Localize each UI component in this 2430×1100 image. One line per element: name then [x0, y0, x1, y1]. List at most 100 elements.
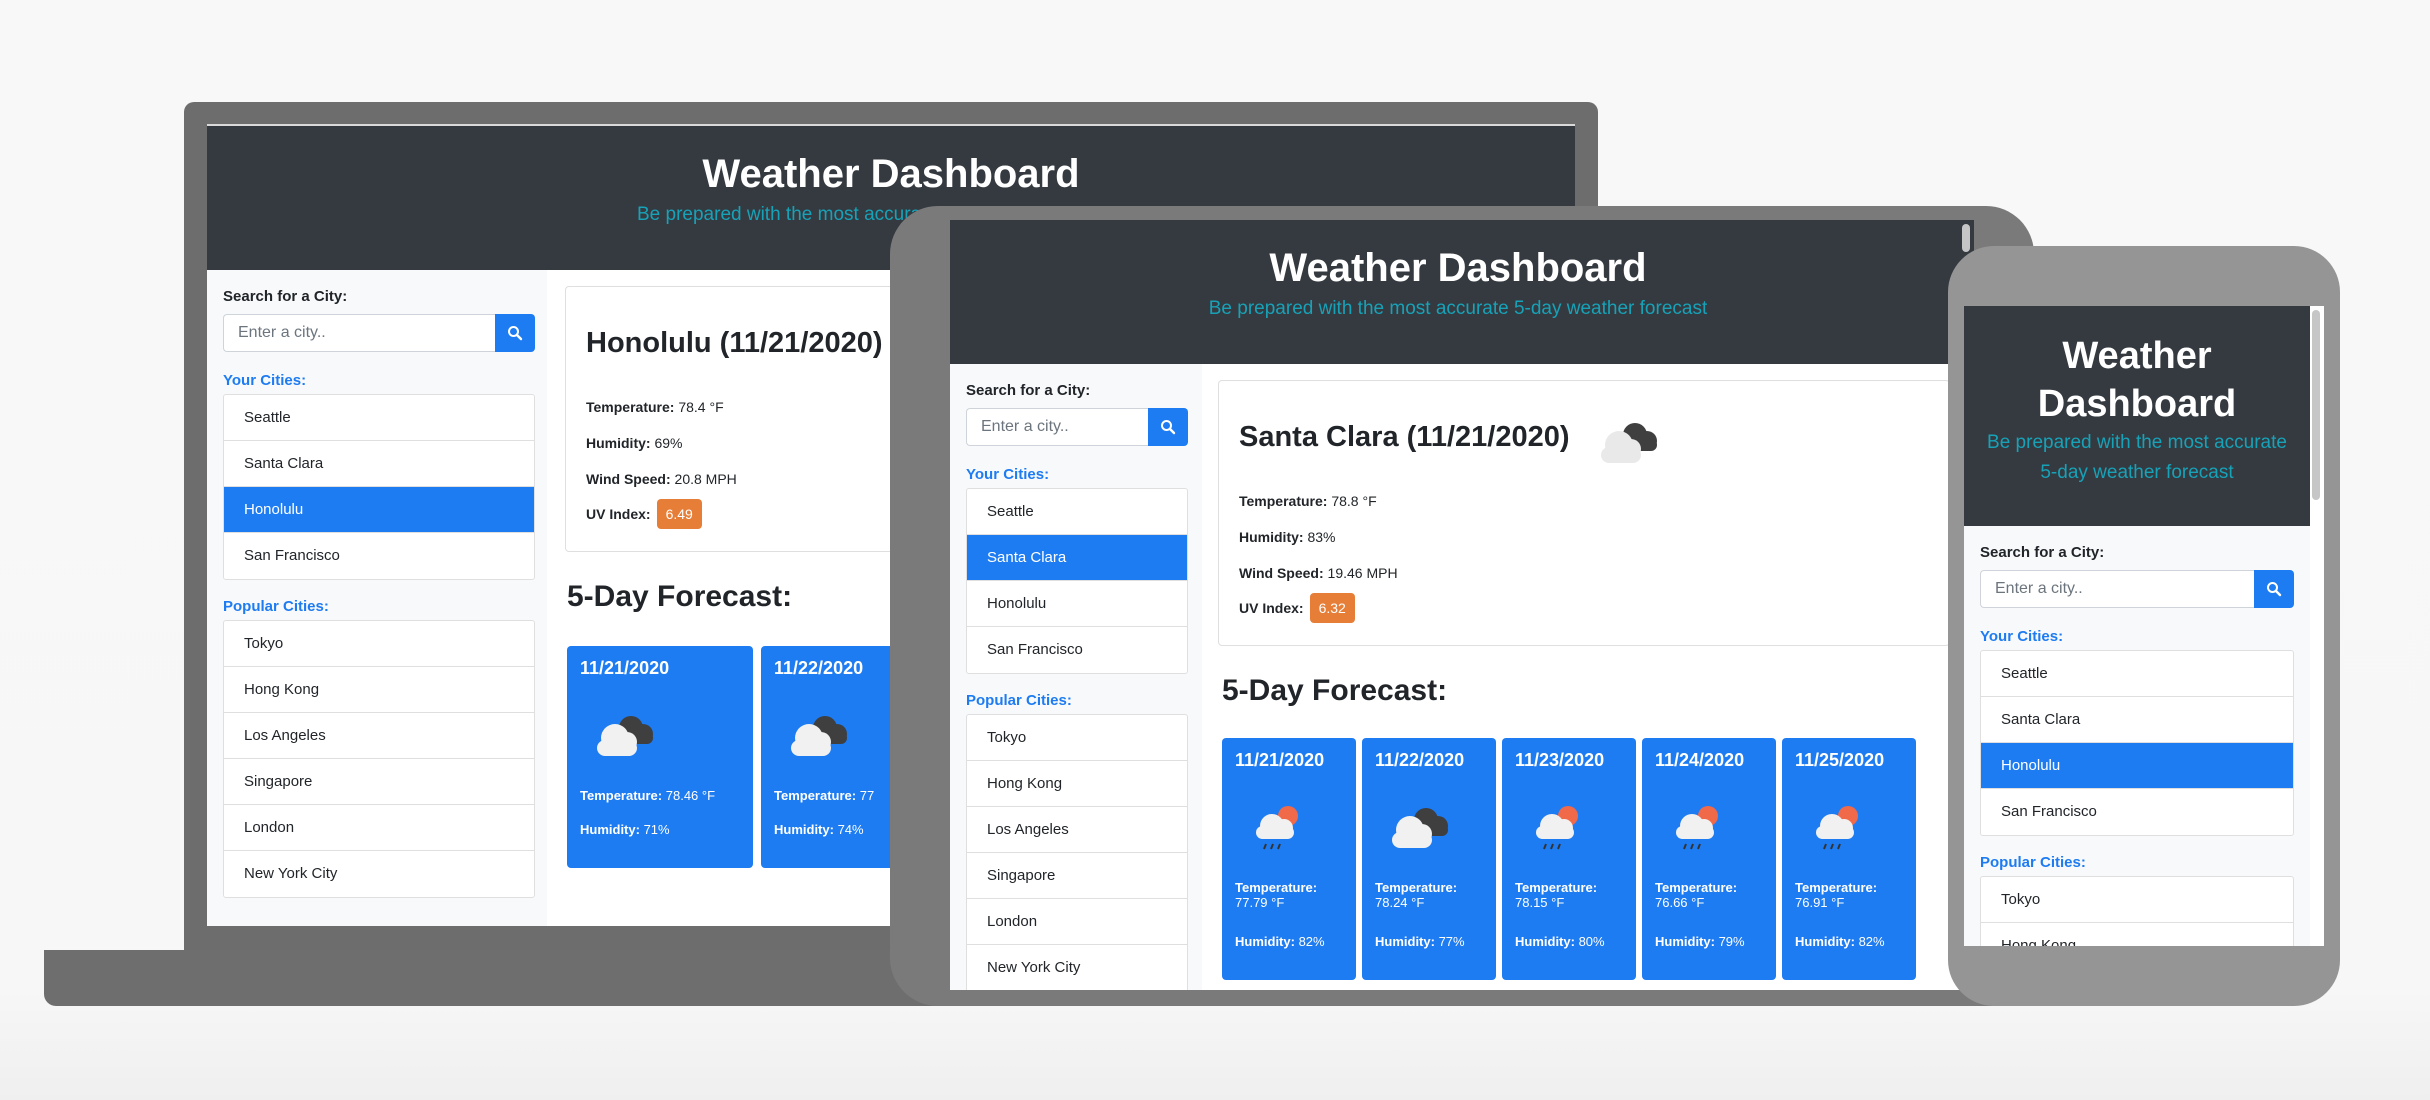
- search-input[interactable]: [966, 408, 1148, 446]
- search-button[interactable]: [1148, 408, 1188, 446]
- current-city-title: Santa Clara (11/21/2020): [1239, 421, 1570, 453]
- temperature-stat: Temperature: 78.4 °F: [586, 399, 724, 415]
- forecast-card: 11/21/2020 Temperature: 78.46 °F Humidity:…: [567, 646, 753, 868]
- uv-stat: UV Index: 6.49: [586, 499, 702, 529]
- cloudy-icon: [1601, 423, 1657, 463]
- city-item[interactable]: Honolulu: [1981, 743, 2293, 789]
- main-content: Santa Clara (11/21/2020) Temperature: 78…: [1202, 364, 1966, 990]
- forecast-date: 11/23/2020: [1515, 750, 1605, 770]
- forecast-heading: 5-Day Forecast:: [1222, 674, 1448, 707]
- popular-cities-heading: Popular Cities:: [1980, 854, 2086, 871]
- uv-stat: UV Index: 6.32: [1239, 593, 1355, 623]
- city-item[interactable]: Santa Clara: [1981, 697, 2293, 743]
- popular-cities-heading: Popular Cities:: [966, 692, 1072, 709]
- scrollbar-thumb[interactable]: [2312, 310, 2320, 500]
- forecast-temperature: Temperature: 78.46 °F: [580, 788, 716, 803]
- your-cities-heading: Your Cities:: [1980, 628, 2064, 645]
- city-item[interactable]: New York City: [224, 851, 534, 897]
- city-item[interactable]: Hong Kong: [967, 761, 1187, 807]
- city-item[interactable]: Santa Clara: [967, 535, 1187, 581]
- city-item[interactable]: Honolulu: [967, 581, 1187, 627]
- city-item[interactable]: Singapore: [967, 853, 1187, 899]
- city-item[interactable]: Hong Kong: [1981, 923, 2293, 946]
- city-item[interactable]: London: [224, 805, 534, 851]
- city-item[interactable]: Honolulu: [224, 487, 534, 533]
- city-item[interactable]: Tokyo: [967, 715, 1187, 761]
- forecast-date: 11/21/2020: [1235, 750, 1325, 770]
- city-item[interactable]: Tokyo: [1981, 877, 2293, 923]
- forecast-date: 11/22/2020: [1375, 750, 1465, 770]
- uv-badge: 6.49: [656, 499, 702, 529]
- scrollbar-thumb[interactable]: [1962, 224, 1970, 252]
- page-subtitle: Be prepared with the most accurate 5-day…: [1208, 298, 1708, 319]
- forecast-temperature: Temperature: 76.91 °F: [1795, 880, 1878, 910]
- search-button[interactable]: [495, 314, 535, 352]
- city-item[interactable]: San Francisco: [1981, 789, 2293, 835]
- sidebar: Search for a City: Your Cities: SeattleS…: [950, 364, 1202, 990]
- city-item[interactable]: San Francisco: [224, 533, 534, 579]
- city-item[interactable]: Seattle: [224, 395, 534, 441]
- forecast-humidity: Humidity: 79%: [1655, 934, 1745, 949]
- forecast-temperature: Temperature: 76.66 °F: [1655, 880, 1738, 910]
- rain-sun-icon: [1816, 806, 1858, 850]
- search-group: [1980, 570, 2294, 608]
- cloudy-icon: [1392, 808, 1448, 848]
- search-input[interactable]: [223, 314, 495, 352]
- page-subtitle: Be prepared with the most accura: [637, 204, 922, 225]
- forecast-date: 11/25/2020: [1795, 750, 1885, 770]
- city-item[interactable]: Los Angeles: [224, 713, 534, 759]
- forecast-humidity: Humidity: 80%: [1515, 934, 1605, 949]
- forecast-heading: 5-Day Forecast:: [567, 580, 793, 613]
- forecast-humidity: Humidity: 82%: [1795, 934, 1885, 949]
- cloudy-icon: [791, 716, 847, 756]
- forecast-temperature: Temperature: 78.15 °F: [1515, 880, 1598, 910]
- header-banner: Weather Dashboard Be prepared with the m…: [950, 220, 1974, 364]
- city-item[interactable]: Seattle: [967, 489, 1187, 535]
- sidebar: Search for a City: Your Cities: SeattleS…: [1964, 526, 2310, 946]
- forecast-temperature: Temperature: 78.24 °F: [1375, 880, 1458, 910]
- forecast-humidity: Humidity: 82%: [1235, 934, 1325, 949]
- forecast-card: 11/24/2020 Temperature: 76.66 °F Humidity: …: [1642, 738, 1776, 980]
- forecast-date: 11/21/2020: [580, 658, 670, 678]
- cloudy-icon: [597, 716, 653, 756]
- your-cities-list: Seattle Santa Clara Honolulu San Francisco: [223, 394, 535, 580]
- search-label: Search for a City:: [966, 382, 1091, 399]
- current-weather-card: Santa Clara (11/21/2020) Temperature: 78…: [1218, 380, 1950, 646]
- tablet-screen: Weather Dashboard Be prepared with the m…: [950, 220, 1974, 990]
- rain-sun-icon: [1256, 806, 1298, 850]
- page-title: Weather Dashboard: [1269, 246, 1647, 290]
- page-title: Weather Dashboard: [702, 152, 1080, 196]
- popular-cities-list: Tokyo Hong Kong Los Angeles Singapore London…: [966, 714, 1188, 990]
- search-input[interactable]: [1980, 570, 2254, 608]
- search-label: Search for a City:: [1980, 544, 2105, 561]
- city-item[interactable]: Singapore: [224, 759, 534, 805]
- humidity-stat: Humidity: 69%: [586, 435, 683, 451]
- popular-cities-heading: Popular Cities:: [223, 598, 329, 615]
- wind-stat: Wind Speed: 19.46 MPH: [1239, 565, 1398, 581]
- forecast-humidity: Humidity: 77%: [1375, 934, 1465, 949]
- search-button[interactable]: [2254, 570, 2294, 608]
- city-item[interactable]: London: [967, 899, 1187, 945]
- temperature-stat: Temperature: 78.8 °F: [1239, 493, 1377, 509]
- your-cities-heading: Your Cities:: [966, 466, 1050, 483]
- popular-cities-list: Tokyo Hong Kong Los Angeles Singapore London…: [223, 620, 535, 898]
- city-item[interactable]: Los Angeles: [967, 807, 1187, 853]
- city-item[interactable]: New York City: [967, 945, 1187, 990]
- city-item[interactable]: Tokyo: [224, 621, 534, 667]
- forecast-humidity: Humidity: 74%: [774, 822, 864, 837]
- page-subtitle: Be prepared with the most accurate 5-day …: [1987, 432, 2287, 483]
- popular-cities-list: Tokyo Hong Kong: [1980, 876, 2294, 946]
- city-item[interactable]: Seattle: [1981, 651, 2293, 697]
- city-item[interactable]: Santa Clara: [224, 441, 534, 487]
- rain-sun-icon: [1676, 806, 1718, 850]
- search-icon: [508, 326, 523, 341]
- humidity-stat: Humidity: 83%: [1239, 529, 1336, 545]
- forecast-card: 11/23/2020 Temperature: 78.15 °F Humidity: …: [1502, 738, 1636, 980]
- wind-stat: Wind Speed: 20.8 MPH: [586, 471, 737, 487]
- city-item[interactable]: Hong Kong: [224, 667, 534, 713]
- forecast-temperature: Temperature: 77.79 °F: [1235, 880, 1318, 910]
- forecast-humidity: Humidity: 71%: [580, 822, 670, 837]
- sidebar: Search for a City: Your Cities: SeattleS…: [207, 270, 547, 926]
- forecast-date: 11/22/2020: [774, 658, 864, 678]
- city-item[interactable]: San Francisco: [967, 627, 1187, 673]
